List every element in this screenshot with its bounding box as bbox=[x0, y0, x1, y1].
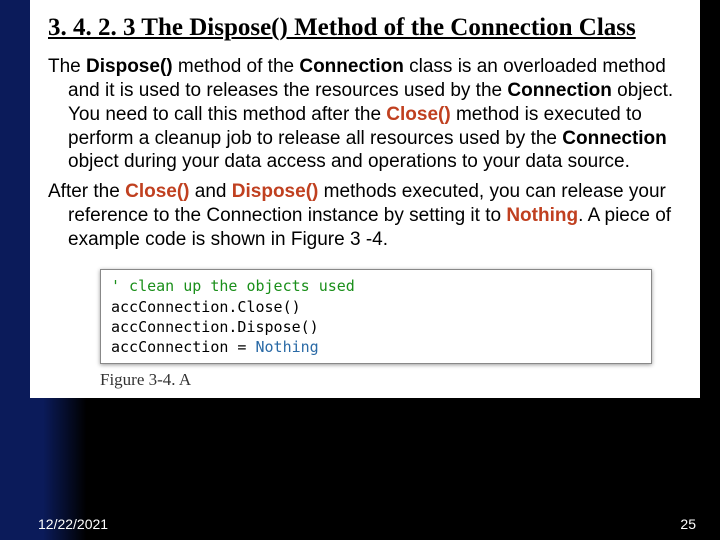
term-dispose: Dispose() bbox=[232, 181, 319, 202]
code-example: ' clean up the objects used accConnectio… bbox=[100, 269, 652, 364]
code-comment: ' clean up the objects used bbox=[111, 276, 641, 296]
text: The bbox=[48, 56, 86, 77]
slide: 3. 4. 2. 3 The Dispose() Method of the C… bbox=[0, 0, 720, 540]
code-line: accConnection.Dispose() bbox=[111, 317, 641, 337]
text: and bbox=[190, 181, 232, 202]
footer-page-number: 25 bbox=[680, 516, 696, 532]
term-close: Close() bbox=[125, 181, 189, 202]
text: After the bbox=[48, 181, 125, 202]
term-connection: Connection bbox=[299, 56, 404, 77]
term-close: Close() bbox=[386, 104, 450, 125]
content-area: 3. 4. 2. 3 The Dispose() Method of the C… bbox=[30, 0, 700, 398]
footer-date: 12/22/2021 bbox=[38, 516, 108, 532]
section-heading: 3. 4. 2. 3 The Dispose() Method of the C… bbox=[48, 12, 682, 43]
term-dispose: Dispose() bbox=[86, 56, 173, 77]
term-connection: Connection bbox=[562, 128, 667, 149]
code-text: accConnection = bbox=[111, 338, 256, 356]
paragraph-1: The Dispose() method of the Connection c… bbox=[48, 55, 682, 174]
text: method of the bbox=[173, 56, 300, 77]
term-connection: Connection bbox=[507, 80, 612, 101]
term-nothing: Nothing bbox=[506, 205, 578, 226]
code-line: accConnection = Nothing bbox=[111, 337, 641, 357]
paragraph-2: After the Close() and Dispose() methods … bbox=[48, 180, 682, 251]
code-line: accConnection.Close() bbox=[111, 297, 641, 317]
text: object during your data access and opera… bbox=[68, 151, 630, 172]
figure-caption: Figure 3-4. A bbox=[100, 370, 682, 390]
code-keyword: Nothing bbox=[256, 338, 319, 356]
